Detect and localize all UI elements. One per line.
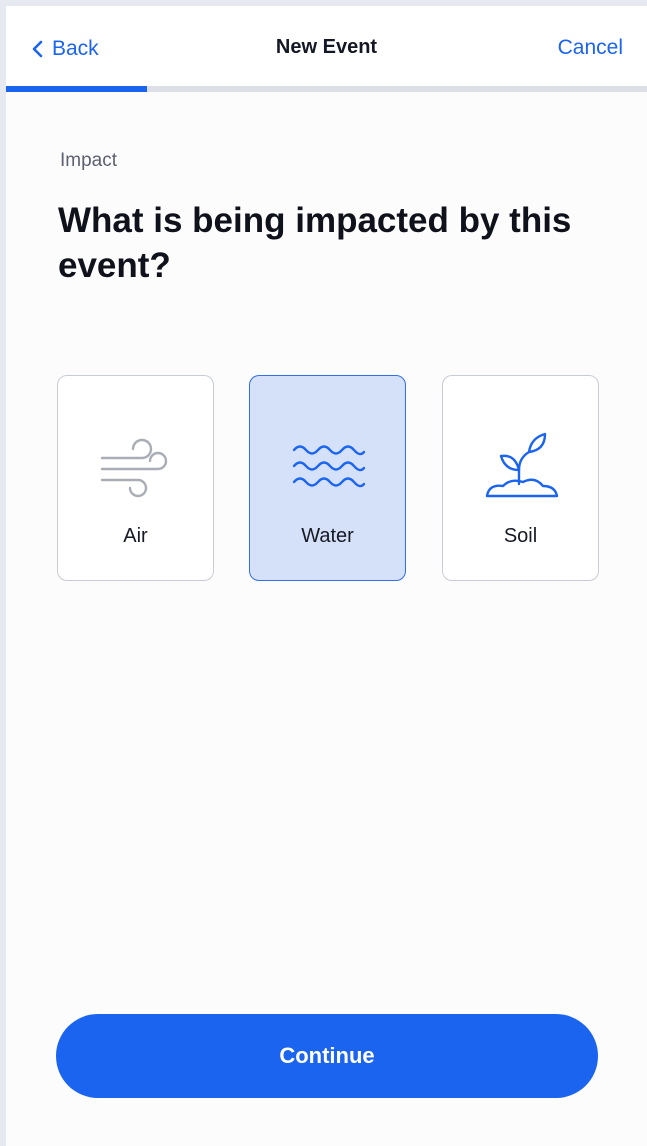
cancel-button[interactable]: Cancel (558, 36, 623, 60)
wind-icon (100, 438, 168, 498)
waves-icon (292, 445, 366, 488)
navigation-bar: Back New Event Cancel (6, 6, 647, 86)
page-title: New Event (275, 36, 378, 58)
question-heading: What is being impacted by this event? (58, 201, 572, 285)
sprout-icon (485, 432, 559, 498)
footer: Continue (56, 1014, 598, 1098)
continue-button[interactable]: Continue (56, 1014, 598, 1098)
option-soil[interactable]: Soil (442, 375, 599, 581)
app-screen: Back New Event Cancel Impact What is bei… (6, 6, 647, 1146)
section-label: Impact (60, 150, 118, 171)
progress-bar (6, 86, 647, 92)
option-label: Air (123, 525, 148, 547)
option-water[interactable]: Water (249, 375, 406, 581)
progress-fill (6, 86, 148, 92)
option-label: Water (301, 525, 354, 547)
impact-options: Air Water Soil (57, 375, 599, 581)
option-label: Soil (503, 525, 538, 547)
option-air[interactable]: Air (57, 375, 214, 581)
